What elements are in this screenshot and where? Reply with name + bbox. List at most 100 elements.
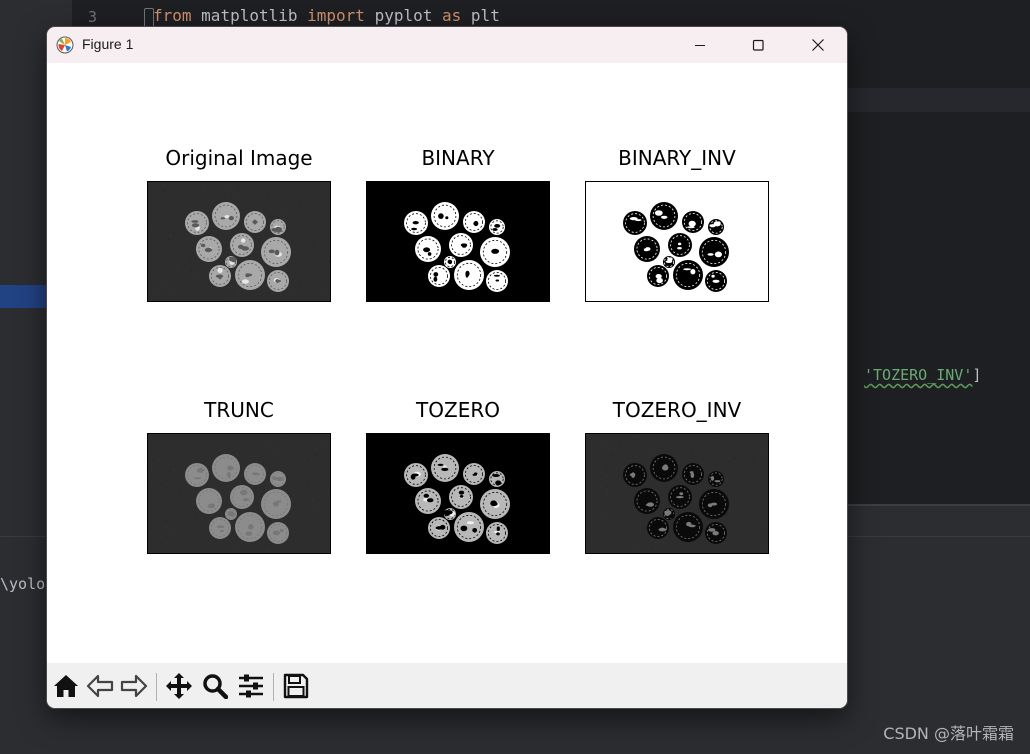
- coin-detail: [710, 476, 715, 481]
- matplotlib-app-icon: [56, 36, 74, 54]
- noise-speck: [151, 464, 153, 466]
- coin-detail: [714, 251, 722, 258]
- noise-speck: [233, 546, 235, 548]
- coin-detail: [274, 249, 280, 256]
- noise-speck: [173, 469, 175, 471]
- coin-detail: [461, 243, 467, 248]
- image-axes[interactable]: [147, 181, 331, 302]
- coin-detail: [248, 524, 254, 530]
- string-literal: 'TOZERO_INV': [864, 366, 973, 384]
- back-icon: [86, 674, 114, 698]
- noise-speck: [231, 297, 233, 299]
- close-button[interactable]: [789, 27, 847, 63]
- coin-detail: [683, 268, 691, 271]
- coin-detail: [490, 500, 497, 507]
- coin-detail: [492, 474, 500, 477]
- coin-detail: [216, 525, 225, 528]
- noise-speck: [299, 282, 301, 284]
- noise-speck: [176, 266, 178, 268]
- back-button[interactable]: [83, 670, 117, 702]
- zoom-button[interactable]: [198, 670, 232, 702]
- noise-speck: [266, 198, 268, 200]
- coin-detail: [245, 531, 253, 536]
- coin-detail: [690, 269, 696, 275]
- coin-detail: [241, 238, 246, 243]
- coin-detail: [707, 253, 714, 256]
- coin-detail: [469, 275, 475, 279]
- figure-canvas[interactable]: Original Image BINARY BINARY_INV TRUNC T…: [47, 63, 847, 663]
- coin-detail: [445, 216, 449, 220]
- noise-speck: [261, 192, 263, 194]
- noise-speck: [287, 475, 288, 477]
- noise-speck: [325, 443, 326, 445]
- coin-detail: [679, 492, 684, 496]
- noise-speck: [172, 201, 174, 203]
- noise-speck: [282, 213, 284, 215]
- coin-detail: [664, 510, 672, 516]
- noise-speck: [324, 292, 326, 294]
- coin-detail: [459, 495, 464, 498]
- coin-detail: [228, 216, 234, 221]
- home-button[interactable]: [49, 670, 83, 702]
- coin-detail: [411, 473, 419, 477]
- configure-subplots-button[interactable]: [234, 670, 268, 702]
- minimize-icon: [695, 45, 705, 46]
- image-axes[interactable]: [585, 433, 769, 554]
- noise-speck: [271, 202, 273, 204]
- image-axes[interactable]: [147, 433, 331, 554]
- noise-speck: [162, 184, 164, 186]
- noise-speck: [327, 490, 329, 492]
- noise-speck: [211, 457, 213, 459]
- coin-detail: [409, 218, 412, 222]
- noise-speck: [273, 449, 275, 451]
- coin: [647, 517, 669, 539]
- noise-speck: [190, 463, 192, 465]
- coin-detail: [665, 260, 673, 263]
- noise-speck: [182, 231, 184, 233]
- coin: [623, 211, 647, 235]
- watermark: CSDN @落叶霜霜: [883, 724, 1014, 743]
- coin-detail: [220, 217, 226, 220]
- noise-speck: [314, 448, 316, 449]
- current-line-highlight: [846, 88, 1030, 112]
- noise-speck: [191, 270, 193, 272]
- maximize-button[interactable]: [729, 27, 787, 63]
- save-button[interactable]: [279, 670, 313, 702]
- image-axes[interactable]: [366, 181, 550, 302]
- imported-name: pyplot: [374, 6, 433, 25]
- noise-speck: [317, 438, 319, 439]
- noise-speck: [238, 289, 240, 291]
- coins-image-original: [148, 182, 330, 301]
- noise-speck: [308, 485, 309, 487]
- coin-detail: [235, 500, 242, 504]
- coin-detail: [473, 220, 479, 227]
- image-axes[interactable]: [585, 181, 769, 302]
- coin-detail: [217, 267, 223, 274]
- coin-detail: [646, 502, 654, 507]
- noise-speck: [297, 479, 299, 481]
- noise-speck: [148, 461, 150, 463]
- coin: [454, 512, 484, 542]
- minimize-button[interactable]: [671, 27, 729, 63]
- noise-speck: [228, 287, 230, 288]
- noise-speck: [665, 487, 667, 489]
- noise-speck: [271, 544, 273, 546]
- window-titlebar[interactable]: Figure 1: [47, 27, 847, 63]
- noise-speck: [230, 234, 231, 236]
- noise-speck: [162, 292, 164, 294]
- noise-speck: [197, 273, 199, 275]
- noise-speck: [287, 492, 289, 494]
- noise-speck: [190, 262, 192, 263]
- coin: [431, 202, 459, 230]
- pan-button[interactable]: [162, 670, 196, 702]
- forward-button[interactable]: [117, 670, 151, 702]
- coin-detail: [441, 209, 445, 213]
- panel-separator[interactable]: [846, 504, 1030, 506]
- coin-detail: [460, 525, 468, 532]
- noise-speck: [606, 486, 608, 488]
- noise-speck: [230, 192, 231, 194]
- noise-speck: [307, 459, 309, 461]
- subplot-title: TOZERO_INV: [612, 398, 742, 422]
- module-name: matplotlib: [201, 6, 298, 25]
- image-axes[interactable]: [366, 433, 550, 554]
